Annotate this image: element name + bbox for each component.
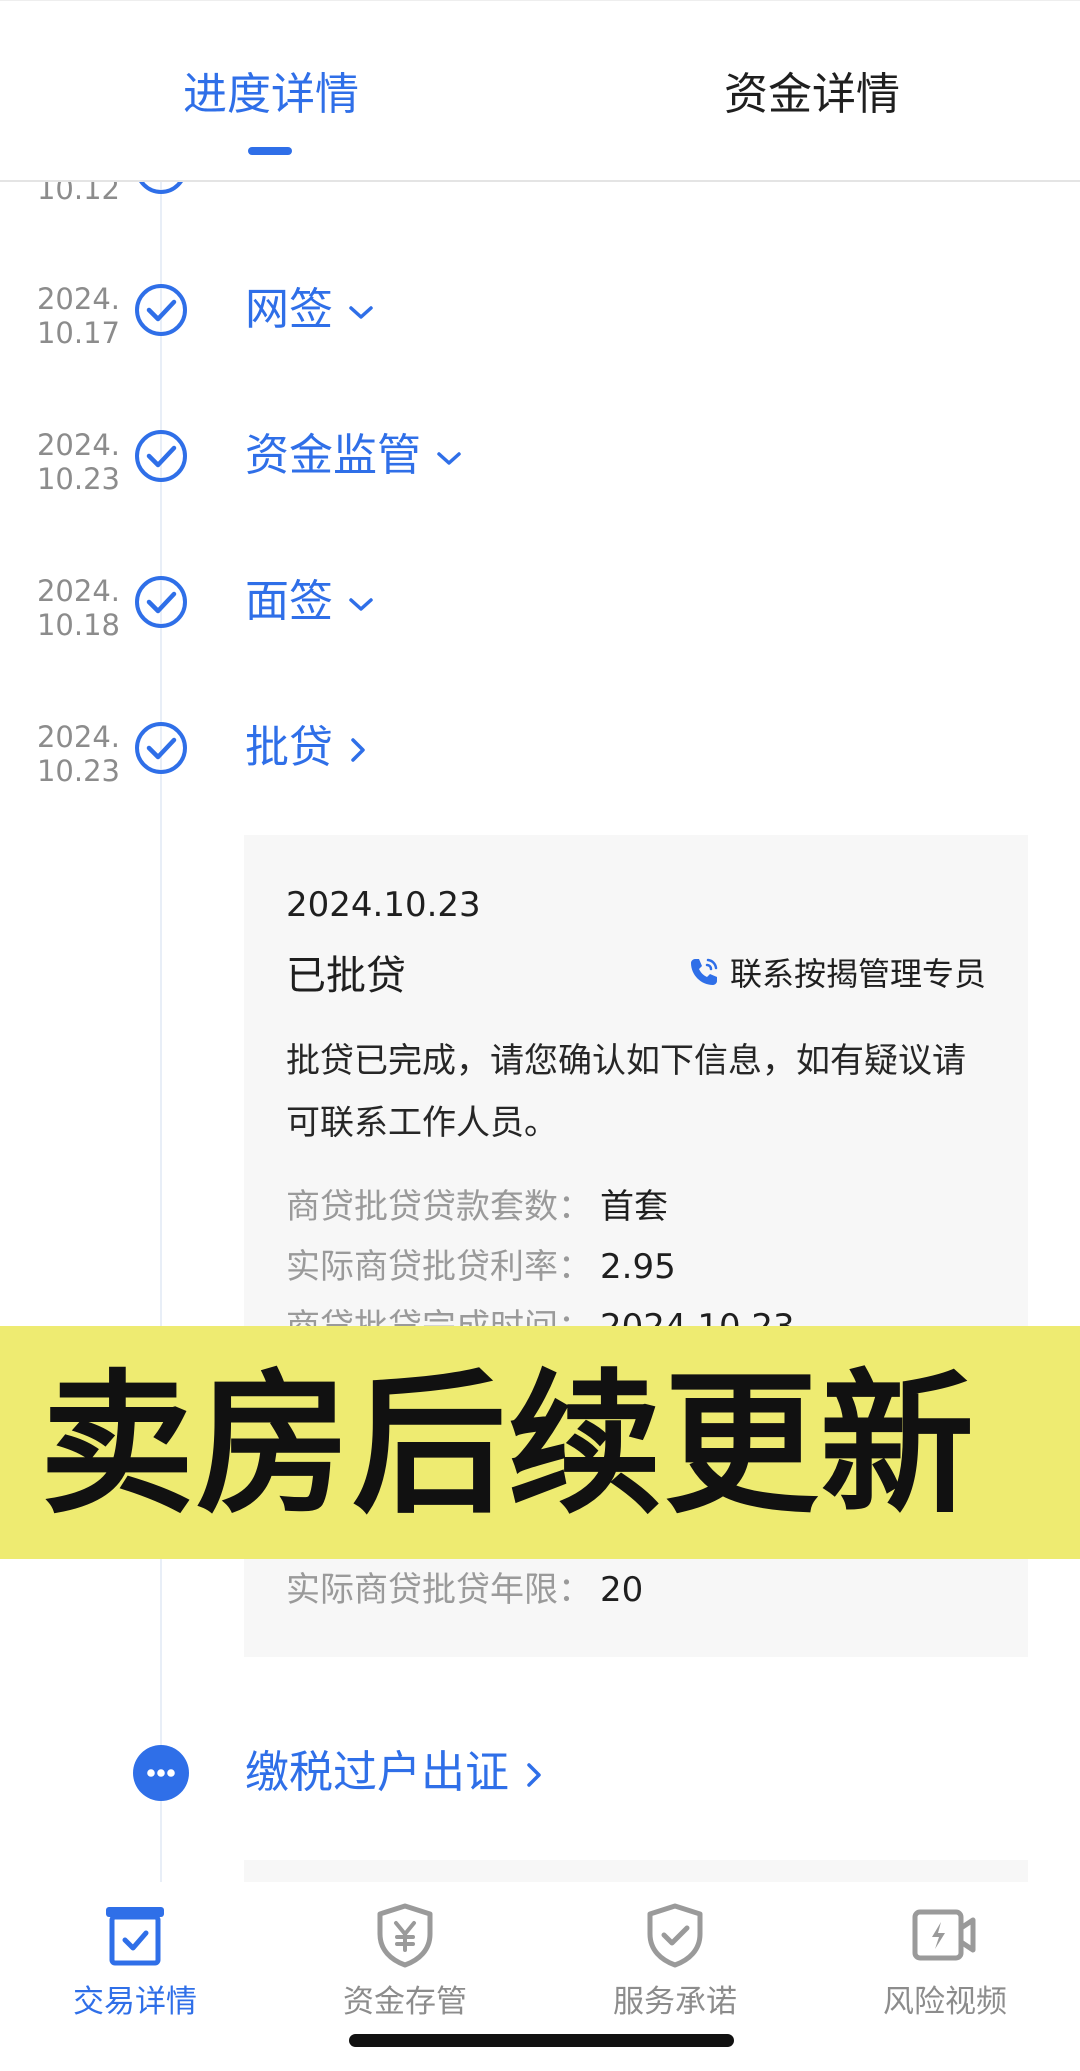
chevron-down-icon <box>349 598 373 611</box>
card-description: 批贷已完成，请您确认如下信息，如有疑议请可联系工作人员。 <box>286 1041 966 1143</box>
step-face-signing[interactable]: 面签 <box>245 574 375 630</box>
info-row: 商贷批贷贷款套数： 首套 <box>286 1187 668 1227</box>
chevron-down-icon <box>437 452 461 465</box>
phone-icon <box>690 958 718 985</box>
yuan-shield-icon <box>377 1903 433 1968</box>
info-row: 实际商贷批贷年限： 20 <box>286 1570 644 1610</box>
nav-fund-custody[interactable]: 资金存管 <box>305 1902 505 2021</box>
banner-title: 卖房后续更新 <box>40 1356 977 1535</box>
nav-transaction-details[interactable]: 交易详情 <box>35 1902 235 2021</box>
contact-mortgage-manager-link[interactable]: 联系按揭管理专员 <box>686 949 986 995</box>
home-indicator <box>349 2034 734 2047</box>
active-tab-indicator <box>248 147 292 155</box>
nav-service-promise[interactable]: 服务承诺 <box>575 1902 775 2021</box>
tab-fund-details[interactable]: 资金详情 <box>724 67 900 123</box>
card-date: 2024.10.23 <box>286 885 481 925</box>
transaction-box-icon <box>106 1907 164 1966</box>
video-icon <box>912 1909 976 1961</box>
card-status: 已批贷 <box>286 953 406 999</box>
tab-progress-details[interactable]: 进度详情 <box>183 67 359 123</box>
overlay-banner: 卖房后续更新 <box>0 1326 1080 1559</box>
step-date: 2024. 10.23 <box>36 720 120 788</box>
more-dots-icon <box>133 1745 189 1801</box>
check-circle-icon <box>135 430 187 482</box>
check-circle-icon <box>135 284 187 336</box>
step-date: 2024. 10.18 <box>36 574 120 642</box>
step-tax-transfer[interactable]: 缴税过户出证 <box>245 1745 545 1801</box>
step-fund-supervision[interactable]: 资金监管 <box>245 428 463 484</box>
step-online-signing[interactable]: 网签 <box>245 282 375 338</box>
chevron-right-icon <box>351 738 365 762</box>
step-loan-approval[interactable]: 批贷 <box>245 720 369 776</box>
check-shield-icon <box>647 1903 703 1968</box>
chevron-right-icon <box>527 1763 541 1787</box>
tab-bar: 进度详情 资金详情 <box>0 0 1080 182</box>
check-circle-icon <box>135 576 187 628</box>
step-date: 2024. 10.17 <box>36 282 120 350</box>
step-date: 2024. 10.23 <box>36 428 120 496</box>
nav-risk-video[interactable]: 风险视频 <box>845 1902 1045 2021</box>
info-row: 实际商贷批贷利率： 2.95 <box>286 1247 676 1287</box>
check-circle-icon <box>135 722 187 774</box>
chevron-down-icon <box>349 306 373 319</box>
